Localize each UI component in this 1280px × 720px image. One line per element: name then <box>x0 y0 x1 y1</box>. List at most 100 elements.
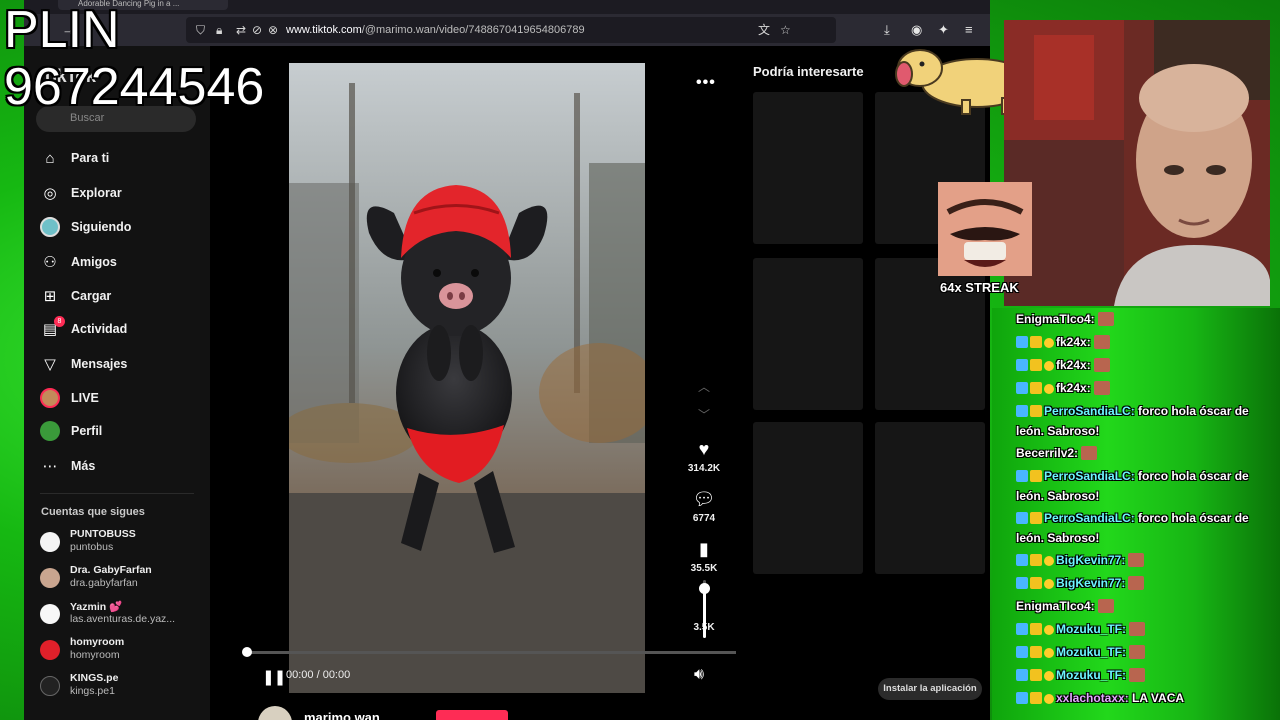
recommendations-title: Podría interesarte <box>753 64 864 79</box>
recommended-video-card[interactable] <box>753 258 863 410</box>
avatar <box>40 676 60 696</box>
volume-speaker-icon[interactable]: 🔊︎ <box>694 666 704 684</box>
extensions-icon[interactable]: ✦ <box>938 23 949 36</box>
streamer-webcam-image <box>1004 20 1270 306</box>
more-options-icon[interactable]: ••• <box>696 74 716 92</box>
menu-icon[interactable]: ≡ <box>965 23 973 36</box>
compass-icon: ◎ <box>43 185 57 202</box>
volume-fill <box>703 588 706 638</box>
chat-badge-icon <box>1016 577 1028 589</box>
chat-username[interactable]: BigKevin77: <box>1056 553 1125 567</box>
chat-emote-icon <box>1129 668 1145 682</box>
chat-badge-icon <box>1030 336 1042 348</box>
chat-emote-icon <box>1097 312 1114 326</box>
chat-username[interactable]: xxlachotaxx: <box>1056 691 1129 705</box>
follow-button[interactable] <box>436 710 508 720</box>
sidebar-item-para-ti[interactable]: ⌂ Para ti <box>40 146 200 170</box>
save-button[interactable]: ▮ 35.5K <box>666 539 742 574</box>
sidebar-item-live[interactable]: LIVE <box>40 386 200 410</box>
account-icon[interactable]: ◉ <box>911 23 922 36</box>
sidebar-item-siguiendo[interactable]: Siguiendo <box>40 215 200 239</box>
volume-knob[interactable] <box>699 582 710 594</box>
progress-knob[interactable] <box>242 647 252 657</box>
chat-username[interactable]: Mozuku_TF: <box>1056 668 1126 682</box>
streak-label: 64x STREAK <box>940 280 1019 295</box>
chat-username[interactable]: fk24x: <box>1056 335 1091 349</box>
profile-avatar-icon <box>40 421 60 441</box>
install-app-button[interactable]: Instalar la aplicación <box>878 678 982 700</box>
pause-icon[interactable]: ❚❚ <box>262 668 286 686</box>
sidebar-item-mas[interactable]: ⋯ Más <box>40 454 200 478</box>
chat-message: BigKevin77: <box>1016 550 1276 570</box>
sidebar-item-amigos[interactable]: ⚇ Amigos <box>40 250 200 274</box>
video-progress-bar[interactable] <box>242 647 736 657</box>
following-account[interactable]: homyroom homyroom <box>40 636 210 666</box>
following-account[interactable]: Dra. GabyFarfan dra.gabyfarfan <box>40 564 210 594</box>
chat-emote-icon <box>1093 381 1110 395</box>
sidebar-item-explorar[interactable]: ◎ Explorar <box>40 181 200 205</box>
chat-badge-icon <box>1030 669 1042 681</box>
chat-username[interactable]: EnigmaTIco4: <box>1016 312 1095 326</box>
stream-chat: dukilo1EnigmaTIco4:fk24x:fk24x:fk24x:Per… <box>992 308 1280 720</box>
chat-username[interactable]: BigKevin77: <box>1056 576 1125 590</box>
next-video-chevron-icon[interactable]: ﹀ <box>698 406 710 423</box>
bookmark-star-icon[interactable]: ☆ <box>780 24 791 36</box>
author-avatar[interactable] <box>258 706 292 720</box>
author-name[interactable]: marimo.wan <box>304 710 380 720</box>
sidebar-item-actividad[interactable]: ▤ 8 Actividad <box>40 316 200 341</box>
sidebar-item-mensajes[interactable]: ▽ Mensajes <box>40 352 200 376</box>
streak-emote-image <box>938 182 1032 276</box>
chat-username[interactable]: EnigmaTIco4: <box>1016 599 1095 613</box>
recommended-video-card[interactable] <box>875 422 985 574</box>
chat-badge-icon <box>1016 512 1028 524</box>
following-account[interactable]: PUNTOBUSS puntobus <box>40 528 210 558</box>
chat-badge-icon <box>1030 623 1042 635</box>
recommended-video-card[interactable] <box>753 92 863 244</box>
sidebar-item-label: Para ti <box>71 151 110 165</box>
chat-message: EnigmaTIco4: <box>1016 309 1276 329</box>
chat-username[interactable]: PerroSandiaLC: <box>1044 511 1135 525</box>
chat-message: Becerrilv2: <box>1016 443 1276 463</box>
chat-message: fk24x: <box>1016 355 1276 375</box>
previous-video-chevron-icon[interactable]: ︿ <box>698 378 710 395</box>
sidebar-item-perfil[interactable]: Perfil <box>40 419 200 443</box>
account-handle: puntobus <box>70 541 114 553</box>
chat-badge-icon <box>1044 625 1054 635</box>
url-field[interactable]: ⛉ 🔒︎ ⇄ ⊘ ⊗ www.tiktok.com/@marimo.wan/vi… <box>186 17 836 43</box>
chat-username[interactable]: Mozuku_TF: <box>1056 622 1126 636</box>
chat-emote-icon <box>1093 358 1110 372</box>
chat-username[interactable]: Mozuku_TF: <box>1056 645 1126 659</box>
avatar <box>40 640 60 660</box>
chat-badge-icon <box>1044 556 1054 566</box>
chat-username[interactable]: PerroSandiaLC: <box>1044 469 1135 483</box>
translate-icon[interactable]: 文 <box>758 24 770 36</box>
download-icon[interactable]: ⤓ <box>884 23 890 36</box>
chat-badge-icon <box>1030 554 1042 566</box>
avatar <box>40 604 60 624</box>
volume-slider[interactable] <box>699 580 710 638</box>
chat-badge-icon <box>1016 669 1028 681</box>
mic-blocked-icon[interactable]: ⊗ <box>268 24 278 36</box>
chat-badge-icon <box>1016 623 1028 635</box>
chat-username[interactable]: Becerrilv2: <box>1016 446 1078 460</box>
video-player[interactable] <box>289 63 645 693</box>
chat-username[interactable]: fk24x: <box>1056 381 1091 395</box>
chat-badge-icon <box>1016 646 1028 658</box>
recommended-video-card[interactable] <box>753 422 863 574</box>
chat-message: PerroSandiaLC: forco hola óscar de león.… <box>1016 466 1276 506</box>
upload-plus-icon: ⊞ <box>43 288 57 305</box>
chat-badge-icon <box>1016 359 1028 371</box>
chat-username[interactable]: fk24x: <box>1056 358 1091 372</box>
comment-button[interactable]: 💬︎ 6774 <box>666 489 742 524</box>
author-bar: marimo.wan <box>250 702 740 720</box>
chat-badge-icon <box>1016 336 1028 348</box>
more-dots-icon: ⋯ <box>42 458 58 475</box>
url-domain: www.tiktok.com <box>286 24 362 36</box>
sidebar-item-cargar[interactable]: ⊞ Cargar <box>40 284 200 308</box>
like-button[interactable]: ♥ 314.2K <box>666 439 742 474</box>
pig-video-frame <box>289 63 645 693</box>
following-account[interactable]: Yazmin 💕 las.aventuras.de.yaz... <box>40 600 210 630</box>
chat-username[interactable]: PerroSandiaLC: <box>1044 404 1135 418</box>
following-account[interactable]: KINGS.pe kings.pe1 <box>40 672 210 702</box>
sidebar-item-label: Actividad <box>71 322 128 336</box>
